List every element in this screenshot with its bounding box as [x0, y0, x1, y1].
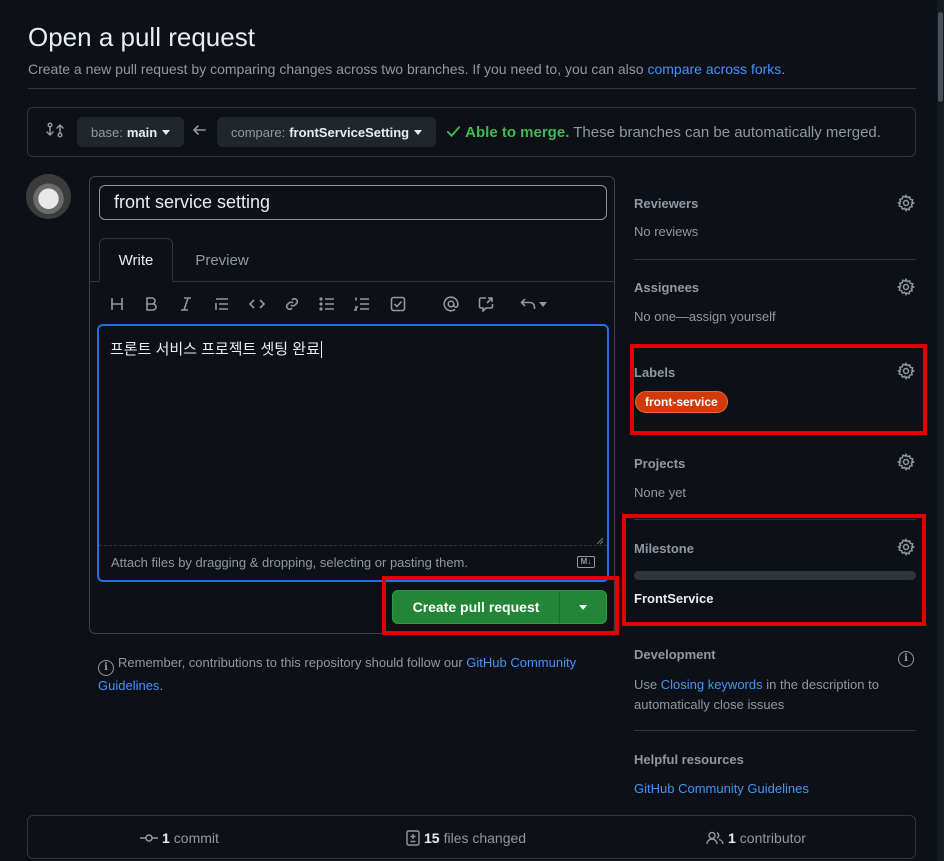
attach-files-text[interactable]: Attach files by dragging & dropping, sel…: [111, 555, 468, 570]
pr-body-textarea[interactable]: [97, 324, 609, 582]
base-branch-button[interactable]: base: main: [77, 117, 185, 147]
italic-icon[interactable]: [174, 292, 198, 316]
info-icon: i: [98, 660, 114, 676]
people-icon: [706, 831, 724, 845]
assignees-title[interactable]: Assignees: [634, 280, 699, 295]
page-subtitle: Create a new pull request by comparing c…: [28, 61, 786, 77]
projects-title[interactable]: Projects: [634, 456, 685, 471]
merge-status: Able to merge. These branches can be aut…: [446, 124, 881, 141]
mention-icon[interactable]: [439, 292, 463, 316]
numbered-list-icon[interactable]: [350, 292, 374, 316]
highlight-labels: [630, 344, 927, 435]
scrollbar-thumb[interactable]: [938, 12, 943, 102]
attach-divider: [99, 545, 607, 546]
arrow-left-icon: [191, 122, 207, 138]
gear-icon[interactable]: [896, 193, 916, 213]
contributors-stat[interactable]: 1 contributor: [706, 830, 806, 846]
development-text: Use Closing keywords in the description …: [634, 677, 879, 712]
quote-icon[interactable]: [210, 292, 234, 316]
highlight-milestone: [622, 514, 926, 626]
link-icon[interactable]: [280, 292, 304, 316]
bold-icon[interactable]: [139, 292, 163, 316]
markdown-icon[interactable]: M↓: [577, 556, 595, 568]
gear-icon[interactable]: [896, 277, 916, 297]
assignees-value[interactable]: No one—assign yourself: [634, 309, 776, 324]
page-title: Open a pull request: [28, 22, 255, 52]
tab-write[interactable]: Write: [99, 238, 173, 282]
code-icon[interactable]: [245, 292, 269, 316]
pr-title-input[interactable]: [99, 185, 607, 220]
resize-handle[interactable]: [594, 532, 604, 545]
tab-preview[interactable]: Preview: [185, 238, 259, 282]
contribution-notice: i Remember, contributions to this reposit…: [98, 655, 577, 693]
commit-icon: [140, 834, 158, 842]
compare-branch-button[interactable]: compare: frontServiceSetting: [217, 117, 437, 147]
saved-replies-icon[interactable]: [516, 292, 550, 316]
compare-forks-link[interactable]: compare across forks: [647, 61, 781, 77]
projects-value: None yet: [634, 485, 687, 500]
gear-icon[interactable]: [896, 452, 916, 472]
sidebar-divider: [634, 730, 916, 731]
file-diff-icon: [406, 830, 420, 846]
files-changed-stat[interactable]: 15 files changed: [406, 830, 526, 846]
info-icon[interactable]: i: [898, 645, 914, 667]
compare-arrows-icon: [46, 121, 64, 139]
sidebar-divider: [634, 259, 916, 260]
check-icon: [446, 126, 461, 138]
reference-icon[interactable]: [474, 292, 498, 316]
heading-icon[interactable]: [105, 292, 129, 316]
helpful-resources-title: Helpful resources: [634, 752, 744, 767]
highlight-create-button: [382, 576, 619, 635]
avatar[interactable]: [26, 174, 71, 219]
chevron-down-icon: [414, 129, 423, 135]
header-divider: [28, 88, 916, 89]
pr-body-text: 프론트 서비스 프로젝트 셋팅 완료: [110, 341, 322, 358]
chevron-down-icon: [162, 129, 171, 135]
scrollbar-track[interactable]: [937, 0, 944, 861]
closing-keywords-link[interactable]: Closing keywords: [661, 677, 763, 692]
bulleted-list-icon[interactable]: [315, 292, 339, 316]
task-list-icon[interactable]: [386, 292, 410, 316]
reviewers-value: No reviews: [634, 224, 699, 239]
reviewers-title[interactable]: Reviewers: [634, 196, 698, 211]
commits-stat[interactable]: 1 commit: [140, 830, 219, 846]
helpful-guidelines-link[interactable]: GitHub Community Guidelines: [634, 781, 809, 796]
development-title: Development: [634, 647, 716, 662]
